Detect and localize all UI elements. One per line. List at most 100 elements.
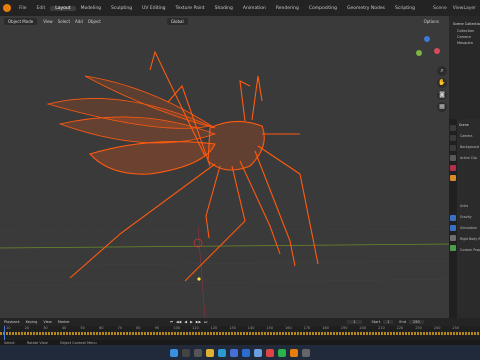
properties-row[interactable]: Background [459,143,480,151]
properties-row[interactable]: Custom Properties [459,246,480,254]
end-field[interactable]: 250 [409,320,424,324]
workspace-tab[interactable]: Scripting [390,6,420,11]
workspace-tab[interactable]: Shading [210,6,238,11]
ruler-tick-label: 110 [192,326,199,330]
viewport-menu-item[interactable]: View [43,19,53,24]
keyframe-strip [0,332,480,335]
workspace-tab[interactable]: Texture Paint [171,6,210,11]
orientation-dropdown[interactable]: Global [166,18,188,25]
zoom-icon[interactable]: ⌕ [437,66,447,76]
grid-toggle-icon[interactable]: ▦ [437,102,447,112]
properties-row[interactable]: Simulation [459,224,480,232]
playback-menu[interactable]: Playback [4,320,20,324]
ruler-tick-label: 240 [433,326,441,330]
status-context-menu: Object Context Menu [59,340,97,345]
file-explorer-icon[interactable] [206,348,214,357]
ruler-tick-label: 140 [247,326,255,330]
modifier-tab-icon[interactable] [450,215,456,221]
menu-edit[interactable]: Edit [32,6,51,11]
ruler-tick-label: 180 [322,326,329,330]
ruler-tick-label: 190 [340,326,348,330]
properties-row[interactable]: Rigid Body World [459,235,480,243]
ruler-tick-label: 230 [415,326,422,330]
scene-tab-icon[interactable] [450,155,456,161]
whatsapp-icon[interactable] [278,348,286,357]
start-field[interactable]: 1 [383,320,394,324]
scene-label[interactable]: Scene [433,6,447,11]
prev-key-icon[interactable]: ◀◀ [176,320,181,324]
ruler-tick-label: 210 [378,326,385,330]
photos-icon[interactable] [254,348,262,357]
outliner-list: Collection Camera Mosquito [449,28,480,46]
play-reverse-icon[interactable]: ◀ [184,320,187,324]
viewport-menu-item[interactable]: Select [58,19,70,24]
settings-icon[interactable] [302,348,310,357]
properties-row[interactable]: Units [459,202,480,210]
current-frame-field[interactable]: 1 [347,320,362,324]
workspace-tab[interactable]: Rendering [271,6,304,11]
start-menu-icon[interactable] [170,348,178,357]
jump-end-icon[interactable]: ⏭ [204,320,207,324]
os-taskbar [0,345,480,360]
viewport-canvas[interactable] [0,16,450,319]
workspace-tab[interactable]: Compositing [304,6,342,11]
status-select: Select [4,340,15,345]
workspace-tab[interactable]: Animation [238,6,271,11]
gizmo-y-axis-icon[interactable] [416,50,422,56]
options-button[interactable]: Options [424,19,439,24]
task-view-icon[interactable] [194,348,202,357]
view-menu[interactable]: View [43,320,51,324]
workspace-tab[interactable]: Sculpting [106,6,137,11]
workspace-tab[interactable]: UV Editing [137,6,170,11]
workspace-tab[interactable]: Layout [50,5,76,11]
3d-viewport[interactable] [0,16,450,319]
properties-row[interactable]: Active Clip [459,154,480,162]
chrome-icon[interactable] [266,348,274,357]
blender-logo-icon[interactable] [3,4,11,12]
search-icon[interactable] [182,348,190,357]
properties-row[interactable]: Gravity [459,213,480,221]
viewport-menu-item[interactable]: Add [75,19,83,24]
outliner-panel: Scene Collection Collection Camera Mosquit… [449,16,480,119]
navigation-gizmo[interactable] [412,36,442,66]
output-tab-icon[interactable] [450,145,456,151]
workspace-tabs: File Edit Layout Modeling Sculpting UV Edit… [0,0,480,16]
properties-row[interactable]: Camera [459,132,480,140]
outliner-item[interactable]: Mosquito [449,40,480,46]
edge-browser-icon[interactable] [218,348,226,357]
keying-menu[interactable]: Keying [26,320,38,324]
ruler-tick-label: 220 [396,326,404,330]
pan-hand-icon[interactable]: ✋ [437,78,447,88]
render-tab-icon[interactable] [450,135,456,141]
mode-dropdown[interactable]: Object Mode [4,18,38,25]
ruler-tick-label: 170 [303,326,311,330]
play-icon[interactable]: ▶ [190,320,193,324]
tool-tab-icon[interactable] [450,125,456,131]
blender-taskbar-icon[interactable] [290,348,298,357]
camera-view-icon[interactable]: ◙ [437,90,447,100]
object-tab-icon[interactable] [450,175,456,181]
marker-menu[interactable]: Marker [58,320,70,324]
jump-start-icon[interactable]: ⏮ [170,320,173,324]
view-layer-label[interactable]: ViewLayer [453,6,476,11]
data-tab-icon[interactable] [450,245,456,251]
mail-icon[interactable] [242,348,250,357]
next-key-icon[interactable]: ▶▶ [196,320,201,324]
world-tab-icon[interactable] [450,165,456,171]
gizmo-x-axis-icon[interactable] [434,48,440,54]
gizmo-z-axis-icon[interactable] [424,36,430,42]
ruler-tick-label: 60 [99,326,104,330]
playhead[interactable] [4,326,5,340]
ruler-tick-label: 20 [24,326,30,330]
status-rotate-view: Rotate View [26,340,48,345]
constraint-tab-icon[interactable] [450,235,456,241]
3d-cursor-icon [193,238,203,248]
workspace-tab[interactable]: Geometry Nodes [342,6,390,11]
menu-file[interactable]: File [14,6,32,11]
physics-tab-icon[interactable] [450,225,456,231]
ruler-tick-label: 80 [136,326,141,330]
ruler-tick-label: 160 [285,326,292,330]
viewport-menu-item[interactable]: Object [88,19,101,24]
workspace-tab[interactable]: Modeling [76,6,106,11]
store-icon[interactable] [230,348,238,357]
